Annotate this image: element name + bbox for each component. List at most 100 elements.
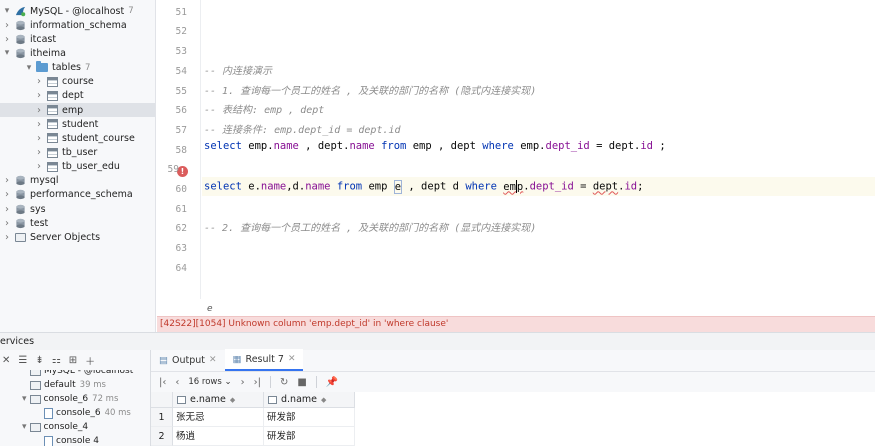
tree-item[interactable]: › test xyxy=(0,216,155,230)
tab-result-7[interactable]: ▦ Result 7 ✕ xyxy=(224,349,304,371)
tree-item-label: student xyxy=(62,118,99,130)
alias-e-highlight: e xyxy=(393,179,403,194)
console-icon xyxy=(29,394,41,404)
table-icon xyxy=(46,119,58,130)
close-icon[interactable]: ✕ xyxy=(288,354,296,364)
tree-item[interactable]: › itcast xyxy=(0,32,155,46)
column-header-d-name[interactable]: d.name ◆ xyxy=(264,392,355,408)
tree-item-label: tables xyxy=(52,62,82,74)
tab-output[interactable]: ▤ Output ✕ xyxy=(151,349,225,371)
tree-item[interactable]: › tb_user xyxy=(0,146,155,160)
tree-item-label: course xyxy=(62,76,94,88)
tree-item[interactable]: ▾ itheima xyxy=(0,46,155,60)
prev-page-icon[interactable]: ‹ xyxy=(175,377,179,388)
tree-item[interactable]: › dept xyxy=(0,89,155,103)
tree-item[interactable]: › performance_schema xyxy=(0,188,155,202)
table-icon xyxy=(46,161,58,172)
line-number: 64 xyxy=(175,262,187,274)
column-icon xyxy=(268,395,277,404)
line-number: 63 xyxy=(175,243,187,255)
line-number: 56 xyxy=(175,105,187,117)
stop-icon[interactable]: ■ xyxy=(297,377,306,388)
chevron-down-icon[interactable]: ▾ xyxy=(2,6,12,16)
table-icon xyxy=(46,147,58,158)
chevron-right-icon[interactable]: › xyxy=(2,218,12,229)
service-item[interactable]: ▾ console_4 xyxy=(22,420,88,434)
column-header-e-name[interactable]: e.name ◆ xyxy=(173,392,264,408)
pin-icon[interactable]: 📌 xyxy=(326,377,338,388)
tree-icon[interactable]: ⚏ xyxy=(52,355,61,366)
table-cell[interactable]: 研发部 xyxy=(264,408,355,427)
refresh-icon[interactable]: ↻ xyxy=(280,377,288,388)
line-number: 53 xyxy=(175,46,187,58)
close-icon[interactable]: ✕ xyxy=(209,355,217,365)
table-cell[interactable]: 张无忌 xyxy=(173,408,264,427)
chevron-right-icon[interactable]: › xyxy=(34,119,44,130)
tree-item[interactable]: › emp xyxy=(0,103,155,118)
tree-item[interactable]: › course xyxy=(0,75,155,89)
table-icon xyxy=(46,133,58,144)
result-grid: e.name ◆ d.name ◆ 1 张无忌 研发部 2 杨逍 研发部 xyxy=(151,392,875,446)
toolbar-separator xyxy=(270,376,271,388)
chevron-right-icon[interactable]: › xyxy=(34,90,44,101)
code-line-53: -- 内连接演示 xyxy=(204,66,273,77)
rows-selector[interactable]: 16 rows ⌄ xyxy=(188,377,231,387)
code-line-59: select e.name,d.name from emp e , dept d… xyxy=(204,179,644,194)
tree-item-label: MySQL - @localhost xyxy=(30,5,125,17)
line-number: 60 xyxy=(175,184,187,195)
first-page-icon[interactable]: |‹ xyxy=(159,377,166,388)
next-page-icon[interactable]: › xyxy=(241,377,245,388)
tree-item[interactable]: › Server Objects xyxy=(0,230,155,244)
tree-item[interactable]: › mysql xyxy=(0,174,155,188)
table-cell[interactable]: 研发部 xyxy=(264,427,355,446)
expand-all-icon[interactable]: ✕ xyxy=(2,355,10,366)
chevron-right-icon[interactable]: › xyxy=(34,133,44,144)
chevron-down-icon[interactable]: ▾ xyxy=(24,63,34,73)
chevron-right-icon[interactable]: › xyxy=(2,20,12,31)
chevron-right-icon[interactable]: › xyxy=(2,175,12,186)
line-number: 55 xyxy=(175,85,187,97)
add-icon[interactable]: ＋ xyxy=(85,353,95,368)
tree-item[interactable]: › student xyxy=(0,117,155,131)
chevron-right-icon[interactable]: › xyxy=(34,105,44,116)
chevron-right-icon[interactable]: › xyxy=(34,147,44,158)
new-tab-icon[interactable]: ⊞ xyxy=(69,355,77,366)
service-item[interactable]: console_6 40 ms xyxy=(44,406,131,420)
line-number: 58 xyxy=(175,144,187,156)
collapse-all-icon[interactable]: ☰ xyxy=(18,355,27,366)
service-item[interactable]: ▾ console_6 72 ms xyxy=(22,392,118,406)
tree-item[interactable]: › sys xyxy=(0,202,155,216)
output-icon: ▤ xyxy=(159,354,168,366)
tree-item[interactable]: ▾ MySQL - @localhost 7 xyxy=(0,4,155,18)
count-badge: 7 xyxy=(128,6,134,16)
tree-item[interactable]: ▾ tables 7 xyxy=(0,61,155,75)
chevron-down-icon[interactable]: ▾ xyxy=(2,48,12,58)
tree-item[interactable]: › student_course xyxy=(0,131,155,145)
chevron-right-icon[interactable]: › xyxy=(34,76,44,87)
line-number: 54 xyxy=(175,65,187,77)
services-toolbar: ✕ ☰ ⇟ ⚏ ⊞ ＋ xyxy=(0,350,150,370)
last-page-icon[interactable]: ›| xyxy=(254,377,261,388)
service-item[interactable]: MySQL - @localhost xyxy=(30,370,133,378)
code-line-56: -- 连接条件: emp.dept_id = dept.id xyxy=(204,125,401,136)
table-cell[interactable]: 杨逍 xyxy=(173,427,264,446)
chevron-down-icon[interactable]: ▾ xyxy=(22,394,27,404)
tree-item[interactable]: › tb_user_edu xyxy=(0,160,155,174)
service-item[interactable]: default 39 ms xyxy=(30,378,106,392)
service-item[interactable]: console 4 xyxy=(44,434,99,446)
sort-icon[interactable]: ◆ xyxy=(230,396,235,404)
chevron-right-icon[interactable]: › xyxy=(34,161,44,172)
tree-item[interactable]: › information_schema xyxy=(0,18,155,32)
chevron-down-icon[interactable]: ▾ xyxy=(22,422,27,432)
tree-item-label: student_course xyxy=(62,132,135,144)
tree-item-label: test xyxy=(30,217,49,229)
sort-icon[interactable]: ◆ xyxy=(321,396,326,404)
chevron-right-icon[interactable]: › xyxy=(2,34,12,45)
sql-editor[interactable]: 505152535455565758!596061626364 -- 内连接演示… xyxy=(157,0,875,332)
chevron-right-icon[interactable]: › xyxy=(2,189,12,200)
chevron-right-icon[interactable]: › xyxy=(2,204,12,215)
group-icon[interactable]: ⇟ xyxy=(35,355,43,366)
chevron-right-icon[interactable]: › xyxy=(2,232,12,243)
database-icon xyxy=(14,34,26,45)
server-objects-icon xyxy=(14,232,26,243)
